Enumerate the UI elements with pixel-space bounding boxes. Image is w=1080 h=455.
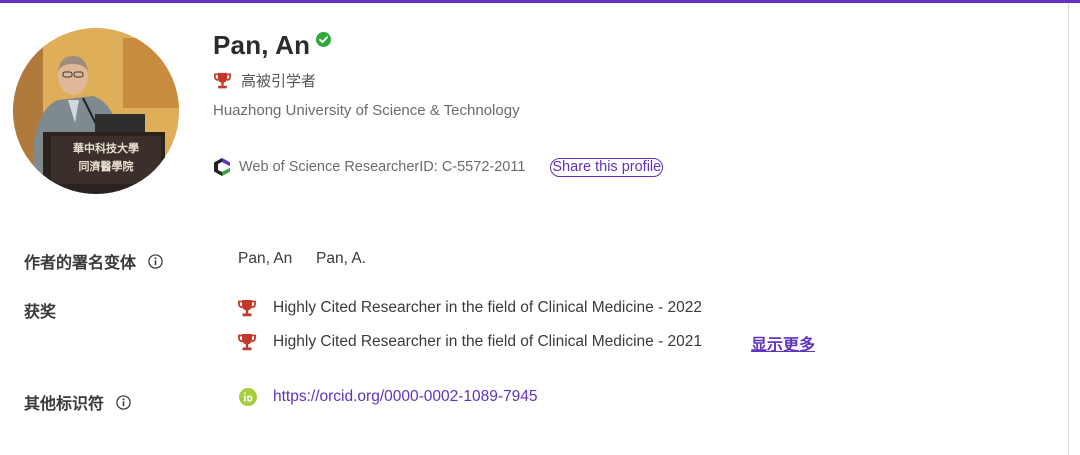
researcher-name: Pan, An (213, 30, 311, 60)
highly-cited-badge: 高被引学者 (213, 70, 316, 91)
name-variant: Pan, A. (316, 250, 366, 267)
top-accent-bar (0, 0, 1080, 3)
orcid-link[interactable]: https://orcid.org/0000-0002-1089-7945 (273, 388, 538, 406)
award-text: Highly Cited Researcher in the field of … (273, 333, 703, 350)
affiliation: Huazhong University of Science & Technol… (213, 102, 520, 119)
awards-label: 获奖 (24, 302, 57, 321)
award-text: Highly Cited Researcher in the field of … (273, 299, 703, 316)
award-item: Highly Cited Researcher in the field of … (237, 332, 702, 352)
trophy-icon (238, 334, 256, 351)
panel-border (1068, 3, 1069, 455)
profile-photo: 華中科技大學 同濟醫學院 (13, 28, 179, 194)
other-identifiers-label: 其他标识符 (24, 394, 105, 413)
highly-cited-label: 高被引学者 (241, 72, 317, 90)
name-variants-label-row: 作者的署名变体 (24, 249, 163, 273)
clarivate-logo-icon (214, 158, 230, 176)
other-identifiers-label-row: 其他标识符 (24, 390, 131, 414)
name-row: Pan, An (213, 30, 332, 61)
orcid-icon (239, 388, 257, 406)
info-icon[interactable] (116, 394, 131, 410)
name-variants-label: 作者的署名变体 (24, 253, 137, 272)
podium-banner-line1: 華中科技大學 (73, 141, 139, 155)
podium-banner-line2: 同濟醫學院 (79, 159, 134, 173)
orcid-row: https://orcid.org/0000-0002-1089-7945 (239, 388, 538, 406)
info-icon[interactable] (148, 253, 163, 269)
awards-label-row: 获奖 (24, 298, 56, 322)
name-variant: Pan, An (238, 250, 293, 267)
verified-check-icon (316, 32, 332, 47)
researcher-id-row: Web of Science ResearcherID: C-5572-2011… (213, 157, 664, 177)
show-more-link[interactable]: 显示更多 (751, 331, 815, 355)
share-profile-button[interactable]: Share this profile (550, 157, 664, 177)
researcher-id: Web of Science ResearcherID: C-5572-2011 (239, 159, 526, 175)
award-item: Highly Cited Researcher in the field of … (237, 298, 702, 318)
trophy-icon (238, 300, 256, 317)
trophy-icon (214, 72, 231, 89)
avatar: 華中科技大學 同濟醫學院 (13, 28, 179, 194)
